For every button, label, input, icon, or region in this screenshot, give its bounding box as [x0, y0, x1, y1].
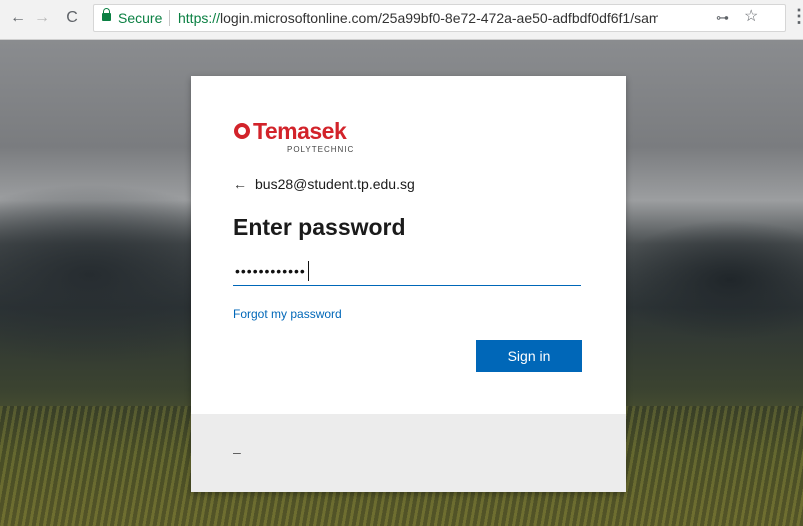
page-title: Enter password: [233, 214, 406, 240]
password-input[interactable]: [233, 256, 581, 286]
address-separator: [169, 10, 170, 26]
logo-emblem-icon: [234, 123, 250, 139]
signin-card: Temasek POLYTECHNIC ← bus28@student.tp.ed…: [191, 76, 626, 492]
back-arrow-icon[interactable]: ←: [8, 8, 28, 28]
identity-email: bus28@student.tp.edu.sg: [255, 176, 415, 192]
url-scheme: https://: [178, 10, 221, 26]
forward-arrow-icon[interactable]: →: [32, 8, 52, 28]
secure-label: Secure: [118, 10, 163, 26]
footer-text: –: [233, 444, 241, 460]
forgot-password-link[interactable]: Forgot my password: [233, 307, 342, 321]
sign-in-button[interactable]: Sign in: [476, 340, 582, 372]
back-arrow-icon[interactable]: ←: [233, 176, 247, 192]
key-icon[interactable]: ⊶: [716, 5, 729, 31]
logo-subtitle: POLYTECHNIC: [287, 145, 355, 154]
lock-icon: [102, 8, 111, 21]
temasek-logo: Temasek POLYTECHNIC: [234, 118, 374, 160]
browser-toolbar: ← → C Secure https://login.microsoftonli…: [0, 0, 803, 40]
bookmark-star-icon[interactable]: ☆: [744, 5, 758, 30]
card-footer: –: [191, 414, 626, 492]
url-text[interactable]: https://login.microsoftonline.com/25a99b…: [178, 5, 658, 31]
browser-menu-icon[interactable]: ⋮: [790, 6, 803, 26]
reload-icon[interactable]: C: [62, 8, 82, 28]
logo-name: Temasek: [253, 118, 347, 144]
text-caret: [308, 261, 309, 281]
identity-row[interactable]: ← bus28@student.tp.edu.sg: [233, 176, 415, 192]
url-path: login.microsoftonline.com/25a99bf0-8e72-…: [220, 10, 658, 26]
address-bar[interactable]: Secure https://login.microsoftonline.com…: [93, 4, 786, 32]
